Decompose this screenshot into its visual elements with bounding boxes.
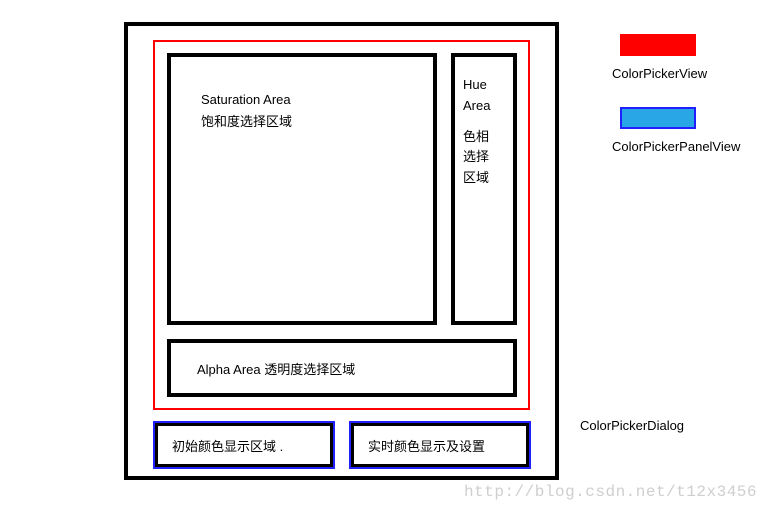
hue-zh-line1: 色相	[463, 127, 513, 148]
hue-title-en: Hue Area	[463, 75, 513, 117]
hue-zh-line3: 区域	[463, 168, 513, 189]
color-picker-dialog-container: Saturation Area 饱和度选择区域 Hue Area 色相 选择 区…	[124, 22, 559, 480]
legend-swatch-blue	[620, 107, 696, 129]
legend-label-red: ColorPickerView	[612, 66, 752, 81]
legend-label-dialog: ColorPickerDialog	[580, 418, 684, 433]
alpha-label: Alpha Area 透明度选择区域	[197, 362, 355, 377]
saturation-title-en: Saturation Area	[201, 89, 433, 111]
legend-swatch-red	[620, 34, 696, 56]
color-picker-view-group: Saturation Area 饱和度选择区域 Hue Area 色相 选择 区…	[153, 40, 530, 410]
legend: ColorPickerView ColorPickerPanelView	[612, 34, 752, 180]
watermark: http://blog.csdn.net/t12x3456	[464, 483, 757, 501]
hue-zh-line2: 选择	[463, 147, 513, 168]
realtime-color-panel-inner: 实时颜色显示及设置	[351, 423, 529, 467]
saturation-area[interactable]: Saturation Area 饱和度选择区域	[167, 53, 437, 325]
color-picker-panel-group: 初始颜色显示区域 . 实时颜色显示及设置	[153, 421, 530, 469]
saturation-title-zh: 饱和度选择区域	[201, 111, 433, 133]
realtime-color-panel[interactable]: 实时颜色显示及设置	[349, 421, 531, 469]
hue-area[interactable]: Hue Area 色相 选择 区域	[451, 53, 517, 325]
initial-color-label: 初始颜色显示区域 .	[172, 436, 283, 455]
alpha-area[interactable]: Alpha Area 透明度选择区域	[167, 339, 517, 397]
initial-color-panel-inner: 初始颜色显示区域 .	[155, 423, 333, 467]
realtime-color-label: 实时颜色显示及设置	[368, 436, 485, 455]
initial-color-panel[interactable]: 初始颜色显示区域 .	[153, 421, 335, 469]
legend-label-blue: ColorPickerPanelView	[612, 139, 752, 154]
spacer	[463, 117, 513, 127]
